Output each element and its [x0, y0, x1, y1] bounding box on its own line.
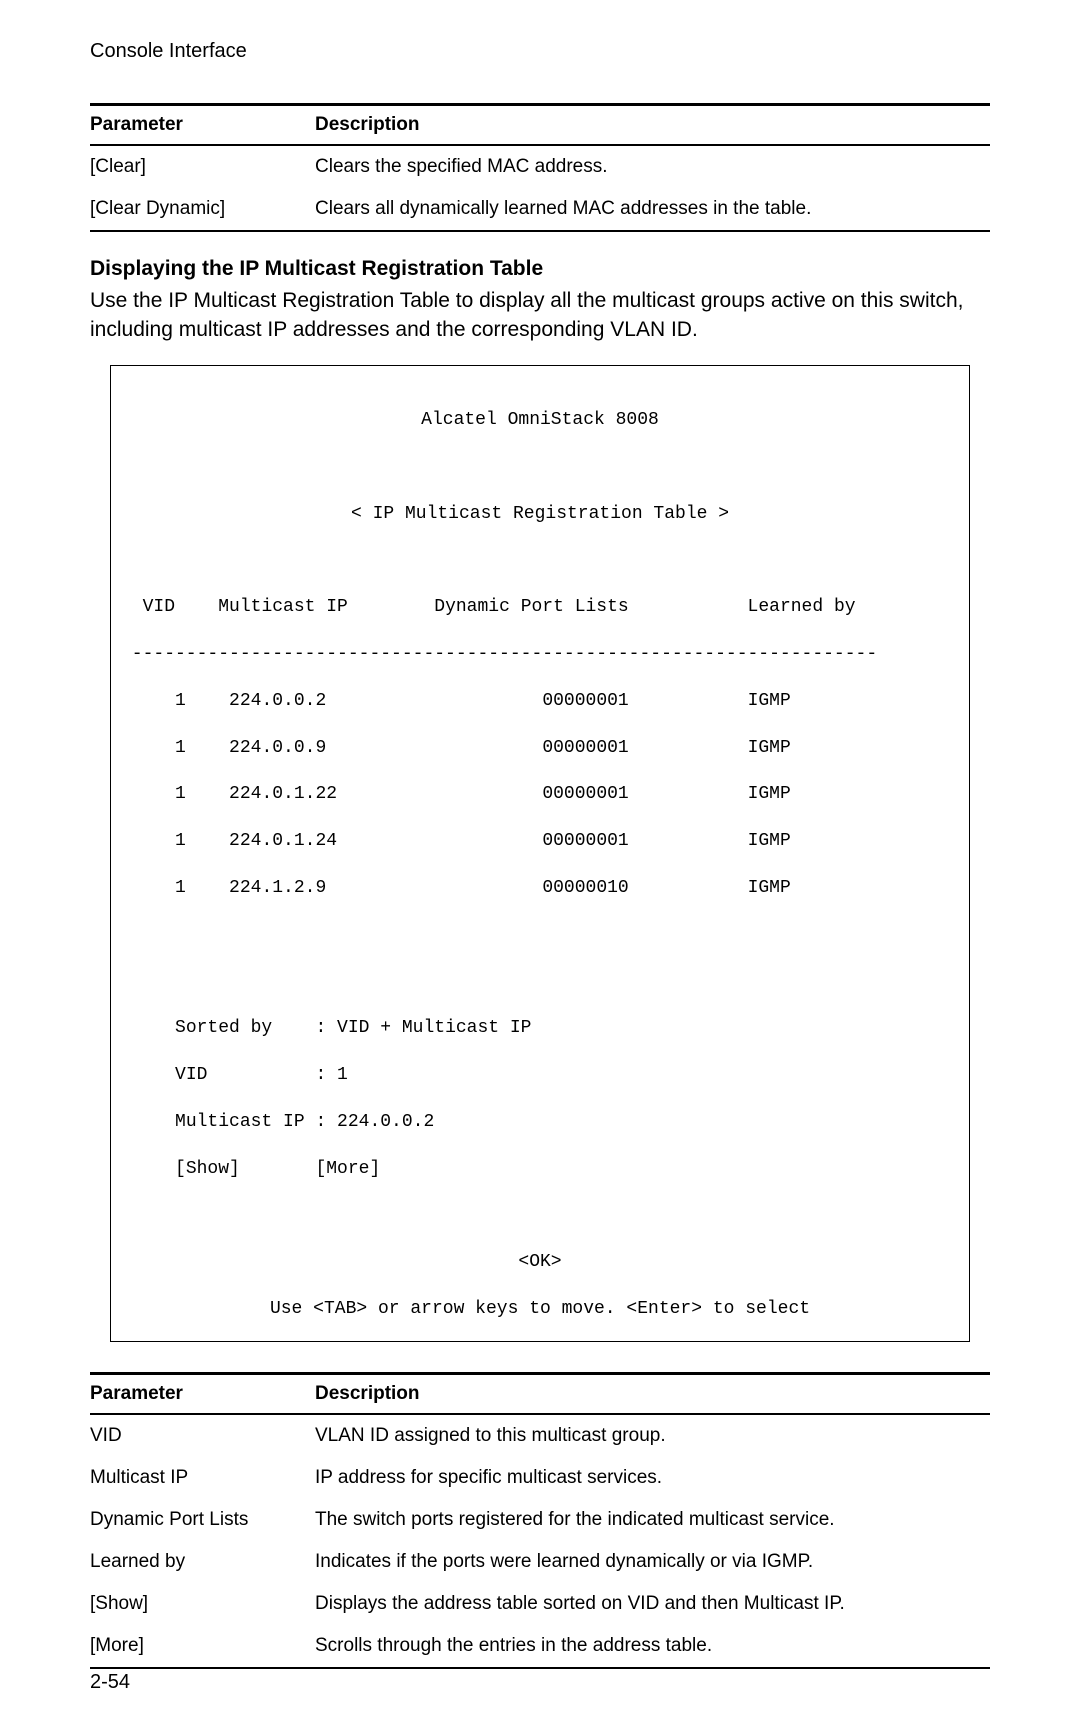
console-actions: [Show] [More]: [121, 1158, 959, 1181]
console-screen: Alcatel OmniStack 8008 < IP Multicast Re…: [110, 365, 970, 1343]
desc-cell: The switch ports registered for the indi…: [315, 1499, 990, 1541]
table-row: [More] Scrolls through the entries in th…: [90, 1625, 990, 1668]
section-title: Console Interface: [90, 40, 990, 63]
console-mip-filter: Multicast IP : 224.0.0.2: [121, 1111, 959, 1134]
desc-cell: Clears the specified MAC address.: [315, 145, 990, 188]
desc-cell: VLAN ID assigned to this multicast group…: [315, 1414, 990, 1457]
desc-cell: Displays the address table sorted on VID…: [315, 1583, 990, 1625]
subsection-heading: Displaying the IP Multicast Registration…: [90, 257, 990, 281]
param-cell: Dynamic Port Lists: [90, 1499, 315, 1541]
table-row: [Clear Dynamic] Clears all dynamically l…: [90, 188, 990, 231]
param-cell: VID: [90, 1414, 315, 1457]
console-vid-filter: VID : 1: [121, 1064, 959, 1087]
desc-cell: IP address for specific multicast servic…: [315, 1457, 990, 1499]
desc-cell: Indicates if the ports were learned dyna…: [315, 1541, 990, 1583]
more-action[interactable]: [More]: [315, 1159, 380, 1179]
console-hint: Use <TAB> or arrow keys to move. <Enter>…: [121, 1298, 959, 1321]
console-row: 1 224.1.2.9 00000010 IGMP: [121, 877, 959, 900]
param-cell: [Clear]: [90, 145, 315, 188]
desc-cell: Clears all dynamically learned MAC addre…: [315, 188, 990, 231]
table-row: VID VLAN ID assigned to this multicast g…: [90, 1414, 990, 1457]
param-cell: Multicast IP: [90, 1457, 315, 1499]
desc-cell: Scrolls through the entries in the addre…: [315, 1625, 990, 1668]
console-row: 1 224.0.0.2 00000001 IGMP: [121, 690, 959, 713]
table-row: Learned by Indicates if the ports were l…: [90, 1541, 990, 1583]
table1-header-param: Parameter: [90, 105, 315, 146]
console-row: 1 224.0.0.9 00000001 IGMP: [121, 737, 959, 760]
console-row: 1 224.0.1.22 00000001 IGMP: [121, 783, 959, 806]
ok-action[interactable]: <OK>: [121, 1251, 959, 1274]
param-cell: [More]: [90, 1625, 315, 1668]
table2-header-desc: Description: [315, 1374, 990, 1415]
table-row: [Clear] Clears the specified MAC address…: [90, 145, 990, 188]
param-cell: [Show]: [90, 1583, 315, 1625]
param-cell: [Clear Dynamic]: [90, 188, 315, 231]
console-device: Alcatel OmniStack 8008: [121, 409, 959, 432]
page-number: 2-54: [90, 1671, 130, 1694]
console-row: 1 224.0.1.24 00000001 IGMP: [121, 830, 959, 853]
parameter-table-1: Parameter Description [Clear] Clears the…: [90, 103, 990, 232]
table2-header-param: Parameter: [90, 1374, 315, 1415]
console-screen-title: < IP Multicast Registration Table >: [121, 503, 959, 526]
table-row: Dynamic Port Lists The switch ports regi…: [90, 1499, 990, 1541]
console-sorted-by: Sorted by : VID + Multicast IP: [121, 1017, 959, 1040]
table1-header-desc: Description: [315, 105, 990, 146]
show-action[interactable]: [Show]: [175, 1159, 240, 1179]
subsection-body: Use the IP Multicast Registration Table …: [90, 286, 990, 345]
parameter-table-2: Parameter Description VID VLAN ID assign…: [90, 1372, 990, 1669]
console-column-headers: VID Multicast IP Dynamic Port Lists Lear…: [121, 596, 959, 619]
param-cell: Learned by: [90, 1541, 315, 1583]
table-row: [Show] Displays the address table sorted…: [90, 1583, 990, 1625]
table-row: Multicast IP IP address for specific mul…: [90, 1457, 990, 1499]
console-divider: ----------------------------------------…: [121, 643, 959, 666]
